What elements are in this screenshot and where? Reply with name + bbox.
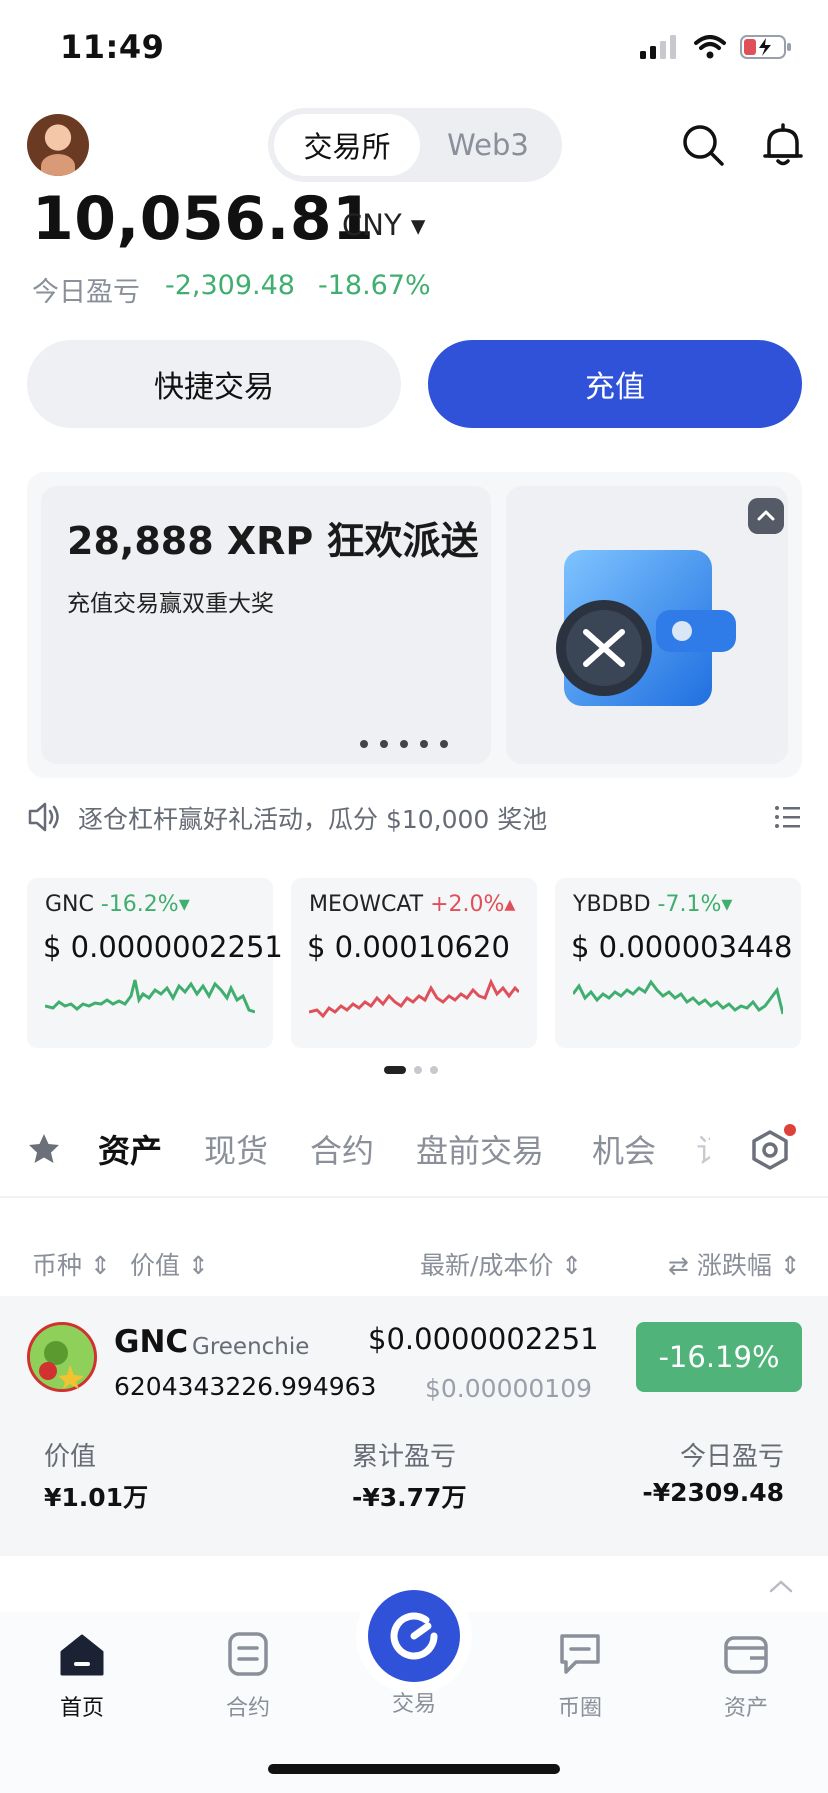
asset-change-badge: -16.19%: [636, 1322, 802, 1392]
speaker-icon: [28, 802, 59, 832]
tab-opportunities[interactable]: 机会: [592, 1126, 656, 1172]
wallet-illustration[interactable]: [506, 486, 788, 764]
pager-dot: [414, 1066, 422, 1074]
currency-select[interactable]: CNY ▾: [342, 208, 425, 242]
ticker-name: GNC -16.2%▾: [45, 892, 190, 917]
wallet-icon: [724, 1636, 768, 1674]
asset-cost: $0.00000109: [425, 1374, 593, 1403]
cumulative-pnl-label: 累计盈亏: [352, 1442, 457, 1472]
battery-icon: [740, 35, 791, 59]
home-icon: [60, 1634, 104, 1676]
asset-tabs: 资产 现货 合约 盘前交易 机会 订: [0, 1118, 828, 1182]
banner-dot: [420, 740, 428, 748]
asset-today-pnl: -¥2309.48: [642, 1478, 784, 1507]
futures-icon: [228, 1632, 268, 1676]
bell-icon[interactable]: [760, 122, 806, 168]
ticker-price: $ 0.0000002251: [43, 930, 283, 964]
tab-spot[interactable]: 现货: [204, 1126, 268, 1172]
search-icon[interactable]: [680, 122, 726, 168]
tab-web3[interactable]: Web3: [420, 114, 556, 176]
nav-community[interactable]: 币圈: [520, 1628, 640, 1722]
cumulative-pnl: -¥3.77万: [352, 1483, 467, 1512]
tabs-divider: [0, 1196, 828, 1198]
settings-icon[interactable]: [744, 1124, 796, 1176]
asset-today-pnl-label: 今日盈亏: [679, 1442, 784, 1472]
nav-home-label: 首页: [59, 1696, 104, 1721]
tab-assets[interactable]: 资产: [98, 1126, 162, 1172]
nav-community-label: 币圈: [557, 1696, 602, 1721]
chevron-up-icon[interactable]: [768, 1578, 794, 1594]
banner-subtitle: 充值交易赢双重大奖: [67, 591, 274, 617]
sparkline-chart: [309, 978, 519, 1019]
ticker-card-ybdbd[interactable]: YBDBD -7.1%▾ $ 0.000003448: [555, 878, 801, 1048]
asset-value-label: 价值: [44, 1442, 97, 1472]
today-pnl-percent: -18.67%: [318, 270, 431, 301]
chat-icon: [560, 1634, 600, 1674]
sparkline-chart: [573, 979, 783, 1015]
tab-premarket[interactable]: 盘前交易: [416, 1126, 544, 1172]
status-icons: [640, 34, 792, 60]
ticker-card-meowcat[interactable]: MEOWCAT +2.0%▴ $ 0.00010620: [291, 878, 537, 1048]
asset-name: Greenchie: [192, 1334, 310, 1360]
ticker-change: -16.2%▾: [100, 892, 190, 917]
deposit-button[interactable]: 充值: [428, 340, 802, 428]
trade-fab-button[interactable]: [368, 1590, 460, 1682]
column-change[interactable]: ⇄ 涨跌幅 ⇕: [668, 1246, 801, 1282]
ticker-pager: [384, 1066, 438, 1074]
signal-icon: [640, 35, 676, 59]
asset-quantity: 6204343226.994963: [114, 1372, 377, 1401]
column-price[interactable]: 最新/成本价 ⇕: [420, 1246, 582, 1282]
nav-trade-label: 交易: [391, 1692, 436, 1717]
column-value[interactable]: 价值 ⇕: [130, 1246, 209, 1282]
banner-dot: [400, 740, 408, 748]
xrp-wallet-icon: [556, 550, 736, 706]
list-icon[interactable]: [774, 804, 800, 830]
today-pnl-value: -2,309.48: [165, 270, 295, 301]
tab-futures[interactable]: 合约: [310, 1126, 374, 1172]
total-balance: 10,056.81: [32, 184, 375, 254]
banner-dot: [380, 740, 388, 748]
ticker-change: +2.0%▴: [430, 892, 516, 917]
banner-title: 28,888 XRP 狂欢派送: [67, 519, 479, 563]
nav-assets-label: 资产: [723, 1696, 768, 1721]
ticker-name: YBDBD -7.1%▾: [573, 892, 733, 917]
announcement-text[interactable]: 逐仓杠杆赢好礼活动，瓜分 $10,000 奖池: [78, 800, 547, 836]
banner-dot: [440, 740, 448, 748]
today-pnl-label: 今日盈亏: [32, 277, 140, 308]
ticker-price: $ 0.000003448: [571, 930, 793, 964]
wifi-icon: [694, 35, 726, 59]
asset-value: ¥1.01万: [44, 1483, 149, 1512]
pager-dot: [430, 1066, 438, 1074]
gnc-coin-logo: [27, 1322, 97, 1392]
star-icon[interactable]: [27, 1132, 61, 1166]
nav-home[interactable]: 首页: [22, 1628, 142, 1722]
nav-trade[interactable]: 交易: [354, 1680, 474, 1718]
banner-dots: [360, 740, 448, 748]
home-indicator: [268, 1764, 560, 1774]
nav-futures[interactable]: 合约: [188, 1628, 308, 1722]
tab-orders[interactable]: 订: [696, 1126, 710, 1172]
pager-dot-active: [384, 1066, 406, 1074]
ticker-card-gnc[interactable]: GNC -16.2%▾ $ 0.0000002251: [27, 878, 283, 1048]
trade-icon: [390, 1612, 438, 1660]
tab-exchange[interactable]: 交易所: [274, 114, 420, 176]
asset-symbol: GNC: [114, 1324, 189, 1360]
column-coin[interactable]: 币种 ⇕: [32, 1246, 111, 1282]
nav-futures-label: 合约: [225, 1696, 270, 1721]
exchange-switch: 交易所 Web3: [268, 108, 562, 182]
ticker-price: $ 0.00010620: [307, 930, 510, 964]
status-time: 11:49: [60, 28, 165, 66]
sparkline-chart: [45, 979, 255, 1014]
nav-assets[interactable]: 资产: [686, 1628, 806, 1722]
collapse-banner-button[interactable]: [748, 498, 784, 534]
ticker-change: -7.1%▾: [657, 892, 733, 917]
ticker-name: MEOWCAT +2.0%▴: [309, 892, 516, 917]
quick-trade-button[interactable]: 快捷交易: [27, 340, 401, 428]
asset-price: $0.0000002251: [368, 1322, 599, 1356]
banner-dot: [360, 740, 368, 748]
grinch-logo-icon: [30, 1325, 94, 1389]
avatar[interactable]: [27, 114, 89, 176]
